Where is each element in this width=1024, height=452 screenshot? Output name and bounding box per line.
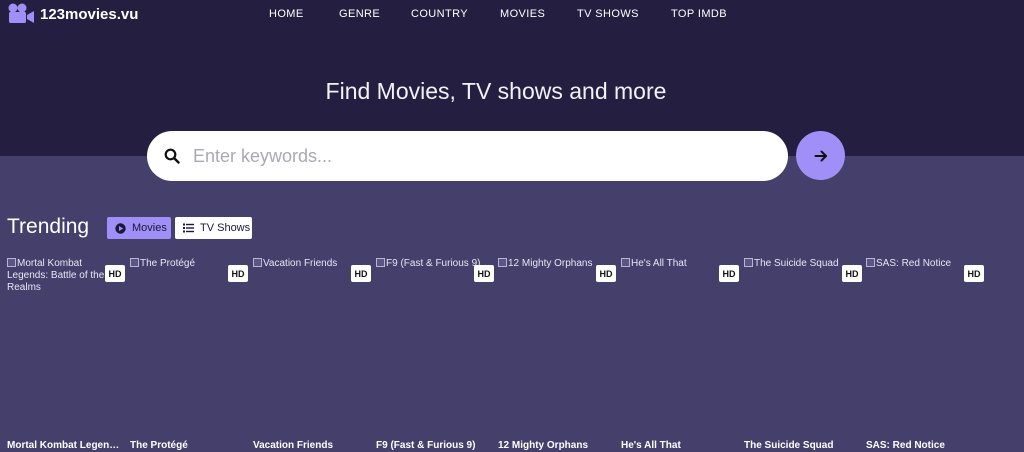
- search-submit-button[interactable]: [796, 131, 845, 180]
- movie-card[interactable]: Vacation Friends HD Vacation Friends: [253, 258, 371, 452]
- movie-title[interactable]: F9 (Fast & Furious 9): [376, 440, 494, 451]
- nav-genre[interactable]: GENRE: [339, 8, 380, 20]
- broken-image-icon: [498, 258, 507, 267]
- movie-poster[interactable]: He's All That: [621, 258, 739, 434]
- movie-card[interactable]: Mortal Kombat Legends: Battle of the Rea…: [7, 258, 125, 452]
- hd-badge: HD: [596, 265, 616, 282]
- broken-image-icon: [253, 258, 262, 267]
- trending-heading: Trending: [7, 215, 90, 238]
- movie-poster[interactable]: SAS: Red Notice: [866, 258, 984, 434]
- arrow-right-icon: [814, 150, 827, 161]
- hd-badge: HD: [351, 265, 371, 282]
- nav-home[interactable]: HOME: [269, 8, 304, 20]
- nav-movies[interactable]: MOVIES: [500, 8, 545, 20]
- broken-image-icon: [744, 258, 753, 267]
- movie-title[interactable]: Mortal Kombat Legends: Battle of the Rea…: [7, 440, 125, 451]
- hd-badge: HD: [474, 265, 494, 282]
- nav-country[interactable]: COUNTRY: [411, 8, 468, 20]
- movie-title[interactable]: 12 Mighty Orphans: [498, 440, 616, 451]
- movie-poster[interactable]: F9 (Fast & Furious 9): [376, 258, 494, 434]
- poster-alt-text: The Protégé: [140, 258, 196, 269]
- broken-image-icon: [130, 258, 139, 267]
- main-nav: HOME GENRE COUNTRY MOVIES TV SHOWS TOP I…: [0, 8, 1024, 22]
- nav-top-imdb[interactable]: TOP IMDB: [671, 8, 727, 20]
- poster-alt-text: The Suicide Squad: [754, 258, 839, 269]
- movie-card[interactable]: SAS: Red Notice HD SAS: Red Notice: [866, 258, 984, 452]
- tab-tv-shows-label: TV Shows: [200, 222, 251, 234]
- tab-movies-label: Movies: [132, 222, 167, 234]
- movie-poster[interactable]: The Protégé: [130, 258, 248, 434]
- poster-alt-text: He's All That: [631, 258, 687, 269]
- movie-title[interactable]: The Protégé: [130, 440, 248, 451]
- list-icon: [183, 223, 194, 233]
- movie-card[interactable]: F9 (Fast & Furious 9) HD F9 (Fast & Furi…: [376, 258, 494, 452]
- search-input[interactable]: [193, 141, 773, 171]
- poster-alt-text: Vacation Friends: [263, 258, 338, 269]
- poster-alt-text: 12 Mighty Orphans: [508, 258, 593, 269]
- broken-image-icon: [7, 258, 16, 267]
- hd-badge: HD: [719, 265, 739, 282]
- poster-alt-text: Mortal Kombat Legends: Battle of the Rea…: [7, 258, 105, 293]
- movie-poster[interactable]: 12 Mighty Orphans: [498, 258, 616, 434]
- movie-title[interactable]: He's All That: [621, 440, 739, 451]
- search-bar: [147, 131, 788, 181]
- hd-badge: HD: [842, 265, 862, 282]
- movie-card[interactable]: 12 Mighty Orphans HD 12 Mighty Orphans: [498, 258, 616, 452]
- tab-movies[interactable]: Movies: [107, 217, 171, 239]
- search-icon: [164, 148, 180, 164]
- movie-card[interactable]: The Protégé HD The Protégé: [130, 258, 248, 452]
- movie-poster[interactable]: The Suicide Squad: [744, 258, 862, 434]
- hd-badge: HD: [105, 265, 125, 282]
- nav-tv-shows[interactable]: TV SHOWS: [577, 8, 639, 20]
- broken-image-icon: [376, 258, 385, 267]
- movie-poster[interactable]: Mortal Kombat Legends: Battle of the Rea…: [7, 258, 125, 434]
- broken-image-icon: [866, 258, 875, 267]
- broken-image-icon: [621, 258, 630, 267]
- poster-alt-text: F9 (Fast & Furious 9): [386, 258, 481, 269]
- play-circle-icon: [115, 222, 126, 234]
- movie-card[interactable]: The Suicide Squad HD The Suicide Squad: [744, 258, 862, 452]
- hd-badge: HD: [228, 265, 248, 282]
- movie-card[interactable]: He's All That HD He's All That: [621, 258, 739, 452]
- movie-title[interactable]: The Suicide Squad: [744, 440, 862, 451]
- movie-title[interactable]: SAS: Red Notice: [866, 440, 984, 451]
- movie-poster[interactable]: Vacation Friends: [253, 258, 371, 434]
- hero-headline: Find Movies, TV shows and more: [325, 78, 667, 104]
- poster-alt-text: SAS: Red Notice: [876, 258, 952, 269]
- hd-badge: HD: [964, 265, 984, 282]
- movie-title[interactable]: Vacation Friends: [253, 440, 371, 451]
- tab-tv-shows[interactable]: TV Shows: [175, 217, 252, 239]
